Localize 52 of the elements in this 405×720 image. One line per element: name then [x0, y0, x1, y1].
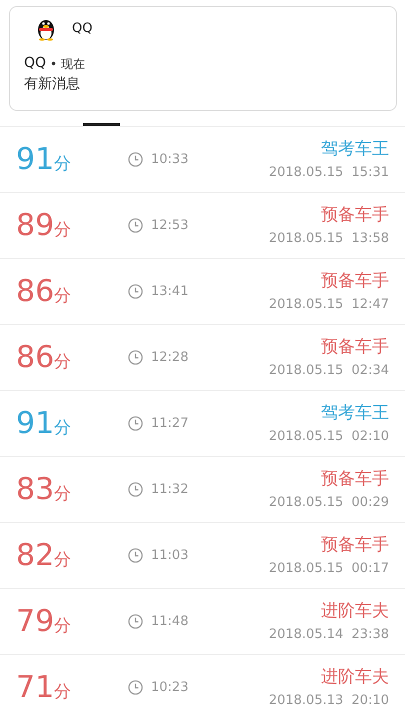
date-time: 2018.05.15 02:10 — [268, 428, 389, 446]
score: 82分 — [16, 537, 72, 575]
notification-time: • 现在 — [50, 56, 85, 72]
rank-title: 进阶车夫 — [321, 666, 389, 689]
clock-icon — [128, 416, 143, 431]
duration: 11:48 — [151, 612, 188, 631]
penguin-icon — [36, 17, 56, 41]
clock-icon — [128, 680, 143, 695]
clock-icon — [128, 614, 143, 629]
duration: 11:32 — [151, 480, 188, 499]
date-time: 2018.05.15 15:31 — [268, 164, 389, 182]
rank-title: 进阶车夫 — [321, 600, 389, 623]
tab-indicator — [83, 123, 120, 126]
duration: 12:28 — [151, 348, 188, 367]
date-time: 2018.05.13 20:10 — [268, 692, 389, 710]
rank-title: 预备车手 — [321, 468, 389, 491]
duration: 11:27 — [151, 414, 188, 433]
clock-icon — [128, 548, 143, 563]
duration: 10:33 — [151, 150, 188, 169]
score: 86分 — [16, 273, 72, 311]
score: 79分 — [16, 603, 72, 641]
rank-title: 驾考车王 — [321, 138, 389, 161]
date-time: 2018.05.15 02:34 — [268, 362, 389, 380]
rank-title: 预备车手 — [321, 336, 389, 359]
notification-message: 有新消息 — [24, 75, 81, 94]
score: 71分 — [16, 669, 72, 707]
rank-title: 预备车手 — [321, 534, 389, 557]
rank-title: 驾考车王 — [321, 402, 389, 425]
score: 91分 — [16, 405, 72, 443]
score: 83分 — [16, 471, 72, 509]
date-time: 2018.05.15 00:17 — [268, 560, 389, 578]
duration: 11:03 — [151, 546, 188, 565]
app-name: QQ — [72, 20, 92, 38]
date-time: 2018.05.15 12:47 — [268, 296, 389, 314]
date-time: 2018.05.15 13:58 — [268, 230, 389, 248]
score: 89分 — [16, 207, 72, 245]
duration: 13:41 — [151, 282, 188, 301]
clock-icon — [128, 218, 143, 233]
duration: 12:53 — [151, 216, 188, 235]
date-time: 2018.05.15 00:29 — [268, 494, 389, 512]
duration: 10:23 — [151, 678, 188, 697]
clock-icon — [128, 350, 143, 365]
date-time: 2018.05.14 23:38 — [268, 626, 389, 644]
rank-title: 预备车手 — [321, 270, 389, 293]
rank-title: 预备车手 — [321, 204, 389, 227]
notification-card[interactable]: QQ QQ • 现在 有新消息 — [9, 6, 397, 111]
clock-icon — [128, 284, 143, 299]
clock-icon — [128, 152, 143, 167]
sender: QQ — [24, 54, 46, 73]
score: 91分 — [16, 141, 72, 179]
clock-icon — [128, 482, 143, 497]
score: 86分 — [16, 339, 72, 377]
